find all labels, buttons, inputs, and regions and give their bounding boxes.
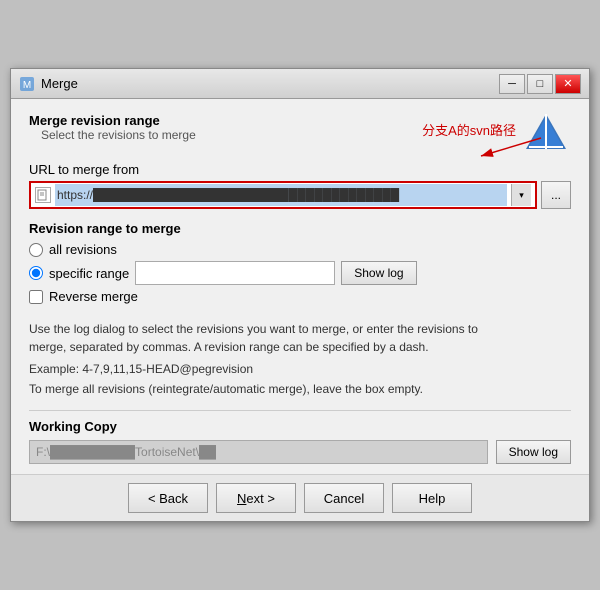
show-log-button-revision[interactable]: Show log [341,261,416,285]
next-button[interactable]: Next > [216,483,296,513]
specific-range-input[interactable] [135,261,335,285]
cancel-button[interactable]: Cancel [304,483,384,513]
minimize-button[interactable]: ─ [499,74,525,94]
annotation-arrow [441,134,561,162]
working-copy-path: F:\██████████TortoiseNet\██ [29,440,488,464]
file-icon [35,187,51,203]
working-copy-label: Working Copy [29,419,571,434]
show-log-button-wc[interactable]: Show log [496,440,571,464]
close-button[interactable]: ✕ [555,74,581,94]
wc-path-text: F:\██████████TortoiseNet\██ [36,445,216,459]
header-section: Merge revision range Select the revision… [29,113,571,152]
back-button[interactable]: < Back [128,483,208,513]
all-revisions-row: all revisions [29,242,571,257]
window-controls: ─ □ ✕ [499,74,581,94]
working-copy-section: Working Copy F:\██████████TortoiseNet\██… [29,410,571,464]
back-label: < Back [148,491,188,506]
title-bar-left: M Merge [19,76,78,92]
maximize-button[interactable]: □ [527,74,553,94]
url-browse-button[interactable]: ... [541,181,571,209]
url-section: URL to merge from ▾ ... [29,162,571,221]
url-input-wrapper: ▾ [29,181,537,209]
specific-range-row: specific range Show log [29,261,571,285]
url-dropdown[interactable]: ▾ [511,184,531,206]
merge-icon: M [19,76,35,92]
url-row: ▾ ... [29,181,571,209]
dialog-footer: < Back Next > Cancel Help [11,474,589,521]
merge-dialog: M Merge ─ □ ✕ Merge revision range Selec… [10,68,590,522]
dialog-content: Merge revision range Select the revision… [11,99,589,474]
working-copy-row: F:\██████████TortoiseNet\██ Show log [29,440,571,464]
url-input[interactable] [55,184,507,206]
note-label: To merge all revisions (reintegrate/auto… [29,382,423,396]
note-text: To merge all revisions (reintegrate/auto… [29,382,571,396]
url-label: URL to merge from [29,162,571,177]
all-revisions-radio[interactable] [29,243,43,257]
revision-section: Revision range to merge all revisions sp… [29,221,571,312]
reverse-merge-checkbox[interactable] [29,290,43,304]
revision-label: Revision range to merge [29,221,571,236]
reverse-merge-row: Reverse merge [29,289,571,304]
specific-range-radio-row: specific range [29,266,129,281]
example-label: Example: 4-7,9,11,15-HEAD@pegrevision [29,362,253,376]
hint-text: Use the log dialog to select the revisio… [29,320,571,356]
specific-range-label[interactable]: specific range [49,266,129,281]
reverse-merge-label[interactable]: Reverse merge [49,289,138,304]
next-label: Next > [237,491,275,506]
specific-range-radio[interactable] [29,266,43,280]
title-bar: M Merge ─ □ ✕ [11,69,589,99]
example-text: Example: 4-7,9,11,15-HEAD@pegrevision [29,362,571,376]
svg-text:M: M [23,80,31,91]
hint-line2: merge, separated by commas. A revision r… [29,340,429,354]
help-button[interactable]: Help [392,483,472,513]
all-revisions-label[interactable]: all revisions [49,242,117,257]
window-title: Merge [41,76,78,91]
hint-line1: Use the log dialog to select the revisio… [29,322,478,336]
